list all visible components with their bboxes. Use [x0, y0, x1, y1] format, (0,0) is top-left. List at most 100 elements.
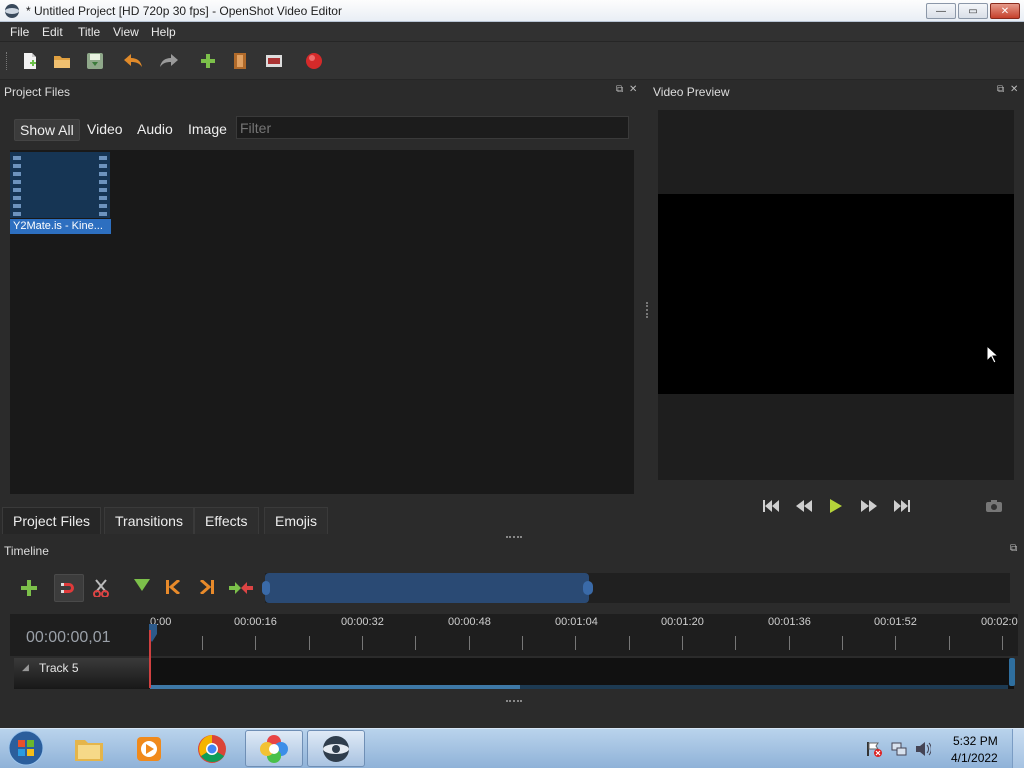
menu-title[interactable]: Title [78, 25, 100, 39]
tick-label: 00:01:04 [555, 616, 598, 628]
tick-mark [255, 636, 256, 650]
filter-input[interactable] [236, 116, 629, 139]
center-playhead-icon[interactable] [229, 582, 253, 594]
snapshot-icon[interactable] [984, 497, 1004, 515]
tab-effects[interactable]: Effects [194, 507, 259, 534]
dock-float-icon[interactable]: ⧉ [616, 84, 623, 95]
taskbar-photo-app[interactable] [245, 730, 303, 767]
video-frame [658, 194, 1014, 394]
main-toolbar [0, 42, 1024, 80]
fast-forward-icon[interactable] [859, 497, 879, 515]
clock-date[interactable]: 4/1/2022 [951, 751, 998, 765]
clock-time[interactable]: 5:32 PM [953, 734, 998, 748]
tick-mark [682, 636, 683, 650]
tick-mark [842, 636, 843, 650]
tab-project-files[interactable]: Project Files [2, 507, 102, 534]
openshot-icon [323, 735, 349, 762]
close-button[interactable]: ✕ [990, 3, 1020, 19]
action-center-icon[interactable] [866, 741, 882, 757]
dock-close-icon[interactable]: ✕ [1010, 84, 1018, 95]
video-preview-dock-title: Video Preview [653, 85, 730, 99]
next-marker-icon[interactable] [200, 578, 216, 596]
new-project-icon[interactable] [20, 51, 40, 71]
tick-label: 00:00:32 [341, 616, 384, 628]
filter-video[interactable]: Video [82, 119, 128, 139]
filter-show-all[interactable]: Show All [14, 119, 80, 141]
dock-float-icon[interactable]: ⧉ [1010, 543, 1017, 554]
timeline-zoom-range[interactable] [265, 573, 589, 603]
dock-float-icon[interactable]: ⧉ [997, 84, 1004, 95]
menu-help[interactable]: Help [151, 25, 176, 39]
windows-start-icon [8, 730, 44, 766]
tick-mark [469, 636, 470, 650]
taskbar-explorer[interactable] [60, 730, 118, 767]
project-files-dock-title: Project Files [4, 85, 71, 99]
mouse-cursor-icon [986, 345, 1000, 364]
tab-emojis[interactable]: Emojis [264, 507, 329, 534]
track-scroll-handle[interactable] [1009, 658, 1015, 686]
open-project-icon[interactable] [52, 51, 72, 71]
filter-image[interactable]: Image [183, 119, 232, 139]
add-track-icon[interactable] [20, 579, 38, 597]
timeline-dock-title: Timeline [4, 544, 49, 558]
razor-icon[interactable] [93, 579, 111, 598]
tick-label: 00:02:0 [981, 616, 1018, 628]
profile-icon[interactable] [230, 51, 250, 71]
tick-mark [309, 636, 310, 650]
jump-end-icon[interactable] [892, 497, 912, 515]
film-strip-icon [10, 152, 110, 218]
export-video-icon[interactable] [304, 51, 324, 71]
previous-marker-icon[interactable] [166, 578, 182, 596]
show-desktop-button[interactable] [1012, 729, 1024, 768]
media-player-icon [137, 736, 161, 761]
tick-mark [1002, 636, 1003, 650]
network-icon[interactable] [891, 741, 907, 757]
zoom-handle-right[interactable] [583, 581, 593, 595]
taskbar-openshot[interactable] [307, 730, 365, 767]
undo-icon[interactable] [123, 51, 143, 71]
vertical-splitter[interactable] [646, 302, 648, 318]
volume-icon[interactable] [915, 741, 932, 757]
menu-view[interactable]: View [113, 25, 139, 39]
toolbar-grip[interactable] [6, 52, 9, 70]
fullscreen-icon[interactable] [264, 51, 284, 71]
jump-start-icon[interactable] [761, 497, 781, 515]
folder-icon [75, 739, 103, 761]
dock-close-icon[interactable]: ✕ [629, 84, 637, 95]
import-files-icon[interactable] [198, 51, 218, 71]
playhead[interactable] [149, 630, 151, 688]
track-collapse-icon[interactable]: ◢ [22, 662, 29, 673]
file-thumbnail[interactable] [10, 152, 110, 218]
track-header[interactable] [14, 658, 150, 689]
rewind-icon[interactable] [794, 497, 814, 515]
timeline-scrollbar-thumb[interactable] [150, 685, 520, 689]
taskbar-media-player[interactable] [120, 730, 178, 767]
snapping-icon[interactable] [54, 574, 84, 602]
minimize-button[interactable]: — [926, 3, 956, 19]
photo-app-icon [260, 734, 288, 763]
taskbar-chrome[interactable] [183, 730, 241, 767]
file-name-label[interactable]: Y2Mate.is - Kine... [10, 219, 111, 234]
add-marker-icon[interactable] [134, 579, 152, 595]
tick-mark [522, 636, 523, 650]
tick-label: 00:01:52 [874, 616, 917, 628]
tick-label: 00:01:20 [661, 616, 704, 628]
tick-mark [202, 636, 203, 650]
horizontal-splitter[interactable] [506, 536, 522, 538]
filter-audio[interactable]: Audio [132, 119, 178, 139]
title-bar: * Untitled Project [HD 720p 30 fps] - Op… [0, 0, 1024, 22]
redo-icon[interactable] [159, 51, 179, 71]
tick-mark [629, 636, 630, 650]
menu-bar: File Edit Title View Help [0, 22, 1024, 42]
tick-mark [735, 636, 736, 650]
horizontal-splitter[interactable] [506, 700, 522, 702]
tab-transitions[interactable]: Transitions [104, 507, 194, 534]
zoom-handle-left[interactable] [262, 581, 270, 595]
save-project-icon[interactable] [85, 51, 105, 71]
menu-edit[interactable]: Edit [42, 25, 63, 39]
restore-button[interactable]: ▭ [958, 3, 988, 19]
play-icon[interactable] [826, 497, 846, 515]
menu-file[interactable]: File [10, 25, 29, 39]
current-time-display: 00:00:00,01 [26, 629, 111, 646]
start-button[interactable] [6, 729, 46, 767]
